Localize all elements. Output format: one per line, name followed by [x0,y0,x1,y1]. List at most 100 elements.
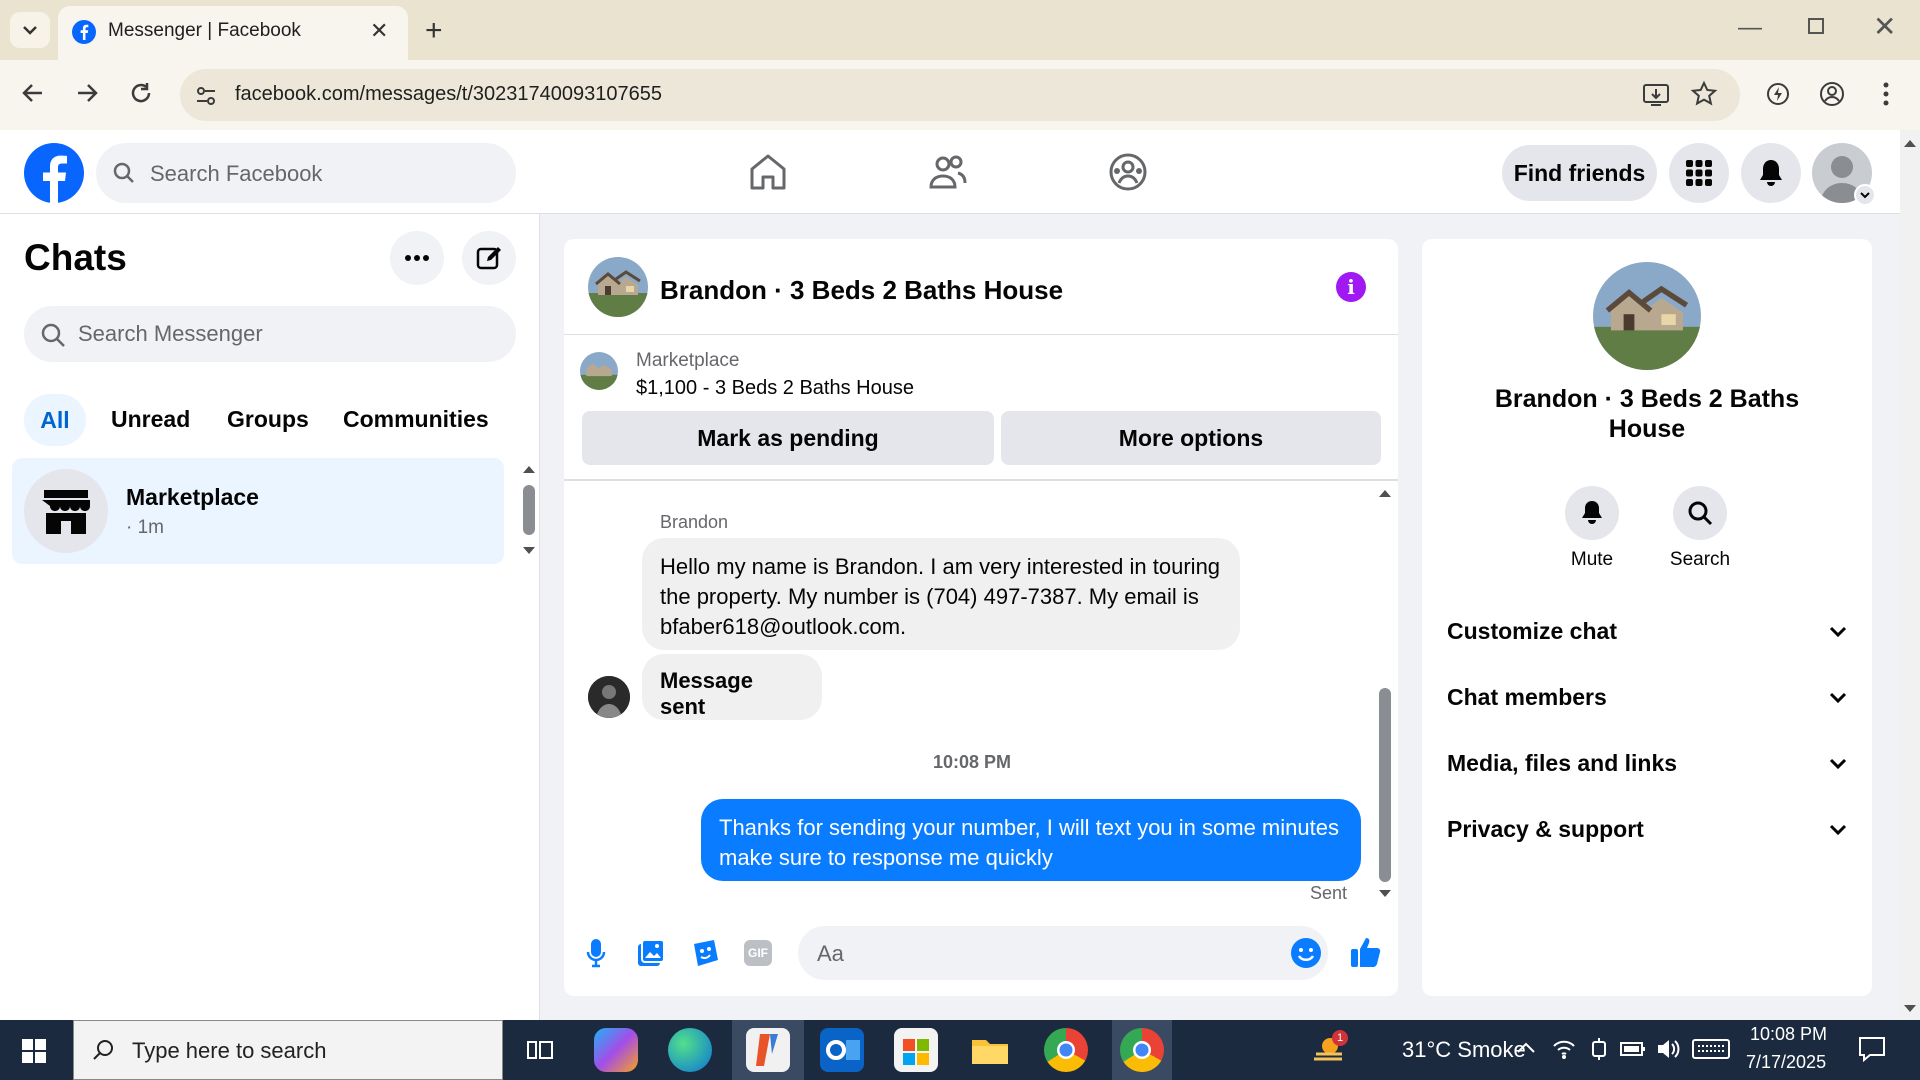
section-label: Privacy & support [1447,816,1644,842]
filter-groups[interactable]: Groups [227,406,309,433]
taskbar-clock-time[interactable]: 10:08 PM [1750,1024,1827,1045]
power-automate-icon[interactable] [746,1028,790,1072]
mark-as-pending-button[interactable]: Mark as pending [582,411,994,465]
chat-scrollbar[interactable] [1379,688,1391,882]
chats-title: Chats [24,237,127,278]
back-icon[interactable] [20,80,46,106]
facebook-search-placeholder: Search Facebook [150,161,323,186]
wifi-icon[interactable] [1552,1038,1576,1060]
new-tab-icon[interactable]: + [425,14,443,48]
list-scrollbar[interactable] [523,485,535,535]
chat-avatar[interactable] [588,257,648,317]
details-avatar[interactable] [1593,262,1701,370]
sender-avatar[interactable] [588,676,630,718]
attach-photo-icon[interactable] [636,938,666,968]
privacy-support-row[interactable]: Privacy & support [1447,816,1847,843]
listing-title[interactable]: $1,100 - 3 Beds 2 Baths House [636,377,914,400]
chevron-down-icon [1829,824,1847,835]
url-text[interactable]: facebook.com/messages/t/3023174009310765… [235,83,662,106]
chat-title[interactable]: Brandon · 3 Beds 2 Baths House [660,275,1063,306]
taskbar-clock-date[interactable]: 7/17/2025 [1746,1052,1826,1073]
message-input-placeholder: Aa [817,941,844,966]
search-in-chat-icon[interactable] [1673,486,1727,540]
mute-label: Mute [1570,549,1614,570]
message-timestamp: 10:08 PM [933,752,1012,772]
like-thumb-icon[interactable] [1349,935,1383,969]
window-minimize-button[interactable]: — [1738,14,1762,42]
copilot-icon[interactable] [594,1028,638,1072]
details-name: Brandon · 3 Beds 2 Baths House [1494,385,1800,443]
profile-icon[interactable] [1818,80,1846,108]
find-friends-button[interactable]: Find friends [1502,145,1657,201]
chrome-profile-icon[interactable] [1120,1028,1164,1072]
chat-members-row[interactable]: Chat members [1447,684,1847,711]
listing-thumbnail[interactable] [580,352,618,390]
forward-icon[interactable] [74,80,100,106]
new-message-icon[interactable] [462,231,516,285]
filter-communities[interactable]: Communities [343,406,489,433]
page-scrollbar[interactable] [1900,130,1920,1020]
notifications-bell-icon[interactable] [1741,143,1801,203]
section-label: Media, files and links [1447,750,1678,776]
menu-grid-icon[interactable] [1669,143,1729,203]
chats-options-icon[interactable] [390,231,444,285]
friends-icon[interactable] [928,153,968,191]
reload-icon[interactable] [128,80,154,106]
list-scroll-up-icon[interactable] [522,464,536,474]
window-close-button[interactable]: ✕ [1873,10,1896,43]
microsoft-store-icon[interactable] [894,1028,938,1072]
search-icon [40,322,66,348]
chat-scroll-down-icon[interactable] [1378,889,1392,899]
emoji-icon[interactable] [1290,937,1322,969]
outlook-icon[interactable] [820,1028,864,1072]
file-explorer-icon[interactable] [968,1028,1012,1072]
list-scroll-down-icon[interactable] [522,546,536,556]
chat-scroll-up-icon[interactable] [1378,488,1392,498]
facebook-logo-icon[interactable] [24,143,84,203]
volume-icon[interactable] [1656,1038,1680,1060]
message-input[interactable] [798,926,1328,980]
performance-icon[interactable] [1764,80,1792,108]
conversation-time: · 1m [126,517,164,538]
tab-close-icon[interactable]: ✕ [370,18,388,44]
incoming-message[interactable]: Hello my name is Brandon. I am very inte… [642,538,1240,650]
site-info-icon[interactable] [194,84,218,108]
windows-start-icon[interactable] [22,1039,46,1063]
account-dropdown-icon[interactable] [1854,184,1876,206]
filter-unread[interactable]: Unread [111,406,190,433]
more-options-button[interactable]: More options [1001,411,1381,465]
page-scroll-up-icon[interactable] [1903,138,1917,148]
incoming-message[interactable]: Message sent [642,654,822,720]
outgoing-message[interactable]: Thanks for sending your number, I will t… [701,799,1361,881]
media-files-links-row[interactable]: Media, files and links [1447,750,1847,777]
notifications-center-icon[interactable] [1858,1036,1886,1062]
edge-icon[interactable] [668,1028,712,1072]
voice-clip-icon[interactable] [586,938,606,968]
weather-text[interactable]: 31°C Smoke [1402,1037,1526,1063]
sticker-icon[interactable] [690,938,720,968]
chevron-down-icon [1829,626,1847,637]
keyboard-icon[interactable] [1692,1038,1730,1060]
connection-icon[interactable] [1588,1038,1610,1060]
filter-all-label: All [40,406,70,433]
battery-icon[interactable] [1620,1040,1646,1058]
groups-icon[interactable] [1108,153,1148,191]
tab-search-dropdown[interactable] [10,12,50,48]
filter-all[interactable]: All [24,394,86,446]
mute-bell-icon[interactable] [1565,486,1619,540]
page-scroll-down-icon[interactable] [1903,1004,1917,1014]
home-icon[interactable] [748,153,788,191]
task-view-icon[interactable] [527,1038,553,1062]
window-maximize-button[interactable] [1808,18,1824,34]
tab-title: Messenger | Facebook [108,20,301,41]
customize-chat-row[interactable]: Customize chat [1447,618,1847,645]
chevron-up-icon[interactable] [1516,1042,1536,1054]
conversation-name: Marketplace [126,484,259,510]
browser-menu-icon[interactable] [1882,80,1890,108]
gif-icon[interactable]: GIF [744,940,772,966]
chrome-icon[interactable] [1044,1028,1088,1072]
facebook-favicon-icon [72,20,96,44]
install-app-icon[interactable] [1642,82,1670,108]
conversation-info-icon[interactable]: i [1336,272,1366,302]
bookmark-star-icon[interactable] [1690,80,1718,108]
